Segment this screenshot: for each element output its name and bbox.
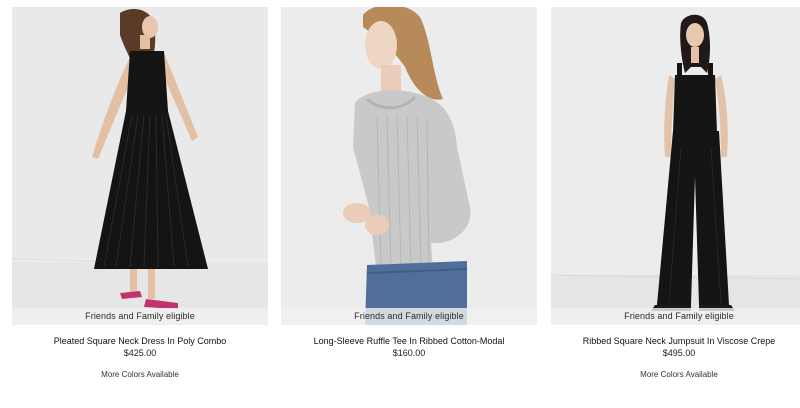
more-colors-link[interactable]: More Colors Available [551,370,800,380]
product-price: $495.00 [662,348,696,358]
product-price: $160.00 [392,348,426,358]
product-image[interactable]: Friends and Family eligible [551,7,800,325]
product-image[interactable]: Friends and Family eligible [12,7,268,325]
product-card[interactable]: Friends and Family eligible Ribbed Squar… [551,7,800,380]
model-photo-tee [281,7,537,325]
product-name[interactable]: Long-Sleeve Ruffle Tee In Ribbed Cotton-… [281,336,537,347]
product-image[interactable]: Friends and Family eligible [281,7,537,325]
product-grid: Friends and Family eligible Pleated Squa… [0,0,800,408]
more-colors-link[interactable]: More Colors Available [12,370,268,380]
promo-badge: Friends and Family eligible [12,308,268,325]
promo-badge: Friends and Family eligible [281,308,537,325]
model-photo-jumpsuit [551,7,800,325]
product-name[interactable]: Ribbed Square Neck Jumpsuit In Viscose C… [551,336,800,347]
product-price: $425.00 [123,348,157,358]
model-photo-dress [12,7,268,325]
product-name[interactable]: Pleated Square Neck Dress In Poly Combo [12,336,268,347]
product-card[interactable]: Friends and Family eligible Pleated Squa… [12,7,268,380]
promo-badge: Friends and Family eligible [551,308,800,325]
product-card[interactable]: Friends and Family eligible Long-Sleeve … [281,7,537,370]
